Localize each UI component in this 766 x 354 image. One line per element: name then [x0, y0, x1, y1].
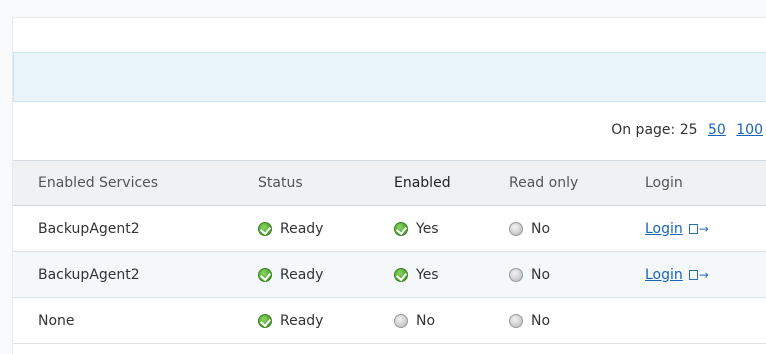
- enabled-cell: Yes: [394, 252, 439, 297]
- service-name: BackupAgent2: [38, 266, 140, 283]
- page-size-current: 25: [679, 122, 698, 138]
- read-only-text: No: [531, 266, 551, 283]
- enabled-cell: No: [394, 298, 435, 343]
- check-circle-icon: [258, 221, 272, 236]
- page-size-100-link[interactable]: 100: [736, 122, 763, 138]
- status-cell: Ready: [258, 206, 323, 251]
- check-circle-icon: [258, 313, 272, 328]
- status-cell: Ready: [258, 252, 323, 297]
- check-circle-icon: [394, 267, 408, 282]
- info-bar: [13, 52, 766, 102]
- service-name: BackupAgent2: [38, 220, 140, 237]
- column-header-login[interactable]: Login: [645, 161, 683, 205]
- login-link[interactable]: Login: [645, 221, 683, 237]
- login-cell: Login →: [645, 252, 709, 297]
- status-text: Ready: [280, 220, 324, 237]
- login-cell: Login →: [645, 206, 709, 251]
- grey-circle-icon: [394, 313, 408, 328]
- page-size-50-link[interactable]: 50: [708, 122, 726, 138]
- table-row[interactable]: None Ready No No: [13, 298, 766, 344]
- services-table: Enabled Services Status Enabled Read onl…: [13, 160, 766, 344]
- read-only-cell: No: [509, 252, 550, 297]
- check-circle-icon: [394, 221, 408, 236]
- grey-circle-icon: [509, 267, 523, 282]
- column-header-enabled-services[interactable]: Enabled Services: [38, 161, 158, 205]
- page-size-selector: On page: 25 50 100: [611, 122, 763, 138]
- column-header-read-only[interactable]: Read only: [509, 161, 578, 205]
- services-panel: On page: 25 50 100 Enabled Services Stat…: [12, 17, 766, 354]
- grey-circle-icon: [509, 313, 523, 328]
- status-text: Ready: [280, 266, 324, 283]
- status-cell: Ready: [258, 298, 323, 343]
- login-link[interactable]: Login: [645, 267, 683, 283]
- enabled-text: Yes: [416, 220, 439, 237]
- login-arrow-icon[interactable]: →: [688, 222, 709, 236]
- table-row[interactable]: BackupAgent2 Ready Yes No Login →: [13, 206, 766, 252]
- status-text: Ready: [280, 312, 324, 329]
- login-arrow-icon[interactable]: →: [688, 268, 709, 282]
- enabled-text: Yes: [416, 266, 439, 283]
- read-only-cell: No: [509, 206, 550, 251]
- service-name: None: [38, 312, 75, 329]
- enabled-text: No: [416, 312, 436, 329]
- column-header-enabled[interactable]: Enabled: [394, 161, 451, 205]
- check-circle-icon: [258, 267, 272, 282]
- page-size-label: On page:: [611, 122, 676, 138]
- table-header-row: Enabled Services Status Enabled Read onl…: [13, 161, 766, 206]
- read-only-text: No: [531, 220, 551, 237]
- column-header-status[interactable]: Status: [258, 161, 303, 205]
- page: On page: 25 50 100 Enabled Services Stat…: [0, 0, 766, 354]
- read-only-cell: No: [509, 298, 550, 343]
- table-row[interactable]: BackupAgent2 Ready Yes No Login →: [13, 252, 766, 298]
- grey-circle-icon: [509, 221, 523, 236]
- enabled-cell: Yes: [394, 206, 439, 251]
- read-only-text: No: [531, 312, 551, 329]
